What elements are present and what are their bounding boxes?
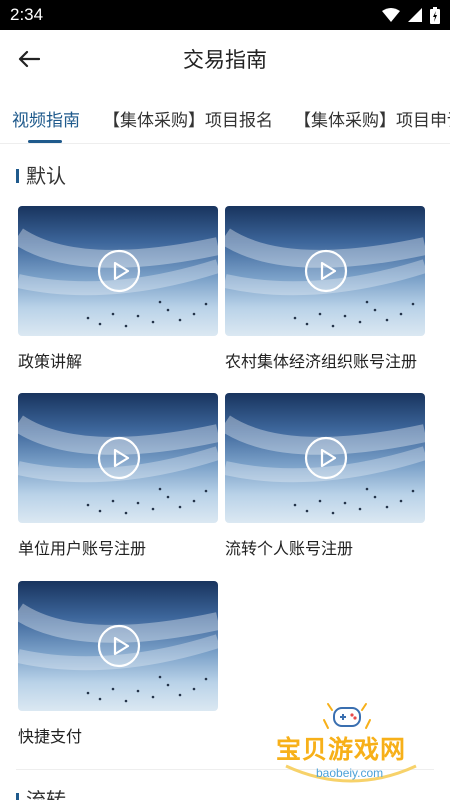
play-icon[interactable]	[97, 436, 141, 480]
video-card[interactable]: 快捷支付	[18, 581, 218, 746]
status-bar: 2:34	[0, 0, 450, 30]
video-title: 快捷支付	[18, 727, 83, 746]
video-thumbnail[interactable]	[18, 581, 218, 711]
section-accent-bar	[16, 168, 19, 183]
tab-collective-purchase-registration[interactable]: 【集体采购】项目报名	[103, 106, 273, 131]
status-time: 2:34	[10, 5, 44, 24]
play-icon[interactable]	[304, 436, 348, 480]
video-title: 单位用户账号注册	[18, 539, 147, 558]
video-thumbnail[interactable]	[18, 393, 218, 523]
back-button[interactable]	[14, 44, 44, 74]
video-thumbnail[interactable]	[225, 393, 425, 523]
video-card[interactable]: 政策讲解	[18, 206, 218, 371]
gamepad-icon	[323, 703, 371, 729]
battery-icon	[430, 6, 440, 24]
tab-video-guide[interactable]: 视频指南	[12, 106, 80, 131]
video-card[interactable]: 流转个人账号注册	[225, 393, 425, 558]
watermark-url: baobeiy.com	[316, 766, 384, 780]
watermark-logo: 宝贝游戏网 baobeiy.com	[270, 700, 430, 800]
back-arrow-icon	[18, 50, 40, 68]
video-title: 政策讲解	[18, 352, 83, 371]
page-title: 交易指南	[183, 48, 267, 72]
play-icon[interactable]	[97, 249, 141, 293]
section-header: 默认	[16, 162, 66, 188]
tab-bar: 视频指南 【集体采购】项目报名 【集体采购】项目申请	[0, 92, 450, 144]
wifi-icon	[382, 8, 400, 22]
watermark-text: 宝贝游戏网	[276, 735, 407, 764]
status-icons	[382, 6, 440, 24]
video-title: 农村集体经济组织账号注册	[225, 352, 418, 371]
app-header: 交易指南	[0, 30, 450, 88]
cellular-signal-icon	[408, 8, 422, 22]
video-title: 流转个人账号注册	[225, 539, 354, 558]
video-card[interactable]: 单位用户账号注册	[18, 393, 218, 558]
play-icon[interactable]	[97, 624, 141, 668]
tab-collective-purchase-application[interactable]: 【集体采购】项目申请	[294, 106, 450, 131]
play-icon[interactable]	[304, 249, 348, 293]
tab-active-indicator	[28, 140, 62, 143]
video-thumbnail[interactable]	[225, 206, 425, 336]
video-thumbnail[interactable]	[18, 206, 218, 336]
section-title: 流转	[26, 787, 66, 800]
video-card[interactable]: 农村集体经济组织账号注册	[225, 206, 425, 371]
section-header: 流转	[16, 786, 66, 800]
section-title: 默认	[26, 163, 66, 188]
section-accent-bar	[16, 792, 19, 800]
